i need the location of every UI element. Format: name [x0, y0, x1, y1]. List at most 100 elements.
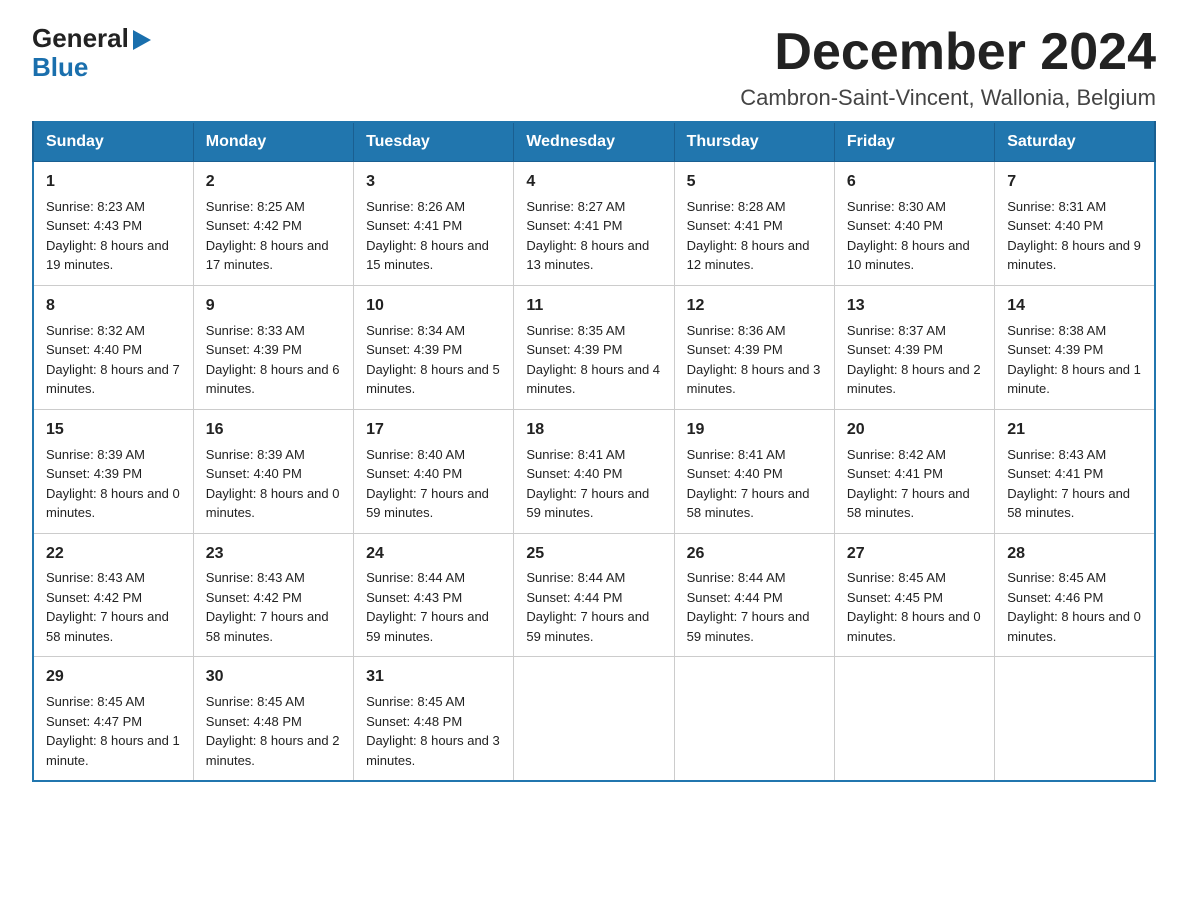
day-info: Sunrise: 8:28 AMSunset: 4:41 PMDaylight:… — [687, 197, 824, 275]
calendar-day-cell: 1Sunrise: 8:23 AMSunset: 4:43 PMDaylight… — [33, 162, 193, 286]
day-number: 21 — [1007, 418, 1144, 443]
calendar-day-cell: 17Sunrise: 8:40 AMSunset: 4:40 PMDayligh… — [354, 409, 514, 533]
logo-general-text: General — [32, 24, 129, 53]
calendar-day-cell: 7Sunrise: 8:31 AMSunset: 4:40 PMDaylight… — [995, 162, 1155, 286]
calendar-day-cell: 10Sunrise: 8:34 AMSunset: 4:39 PMDayligh… — [354, 285, 514, 409]
day-number: 1 — [46, 170, 183, 195]
day-number: 2 — [206, 170, 343, 195]
day-number: 28 — [1007, 542, 1144, 567]
day-info: Sunrise: 8:44 AMSunset: 4:43 PMDaylight:… — [366, 568, 503, 646]
day-info: Sunrise: 8:38 AMSunset: 4:39 PMDaylight:… — [1007, 321, 1144, 399]
day-info: Sunrise: 8:45 AMSunset: 4:47 PMDaylight:… — [46, 692, 183, 770]
day-number: 27 — [847, 542, 984, 567]
calendar-week-row: 22Sunrise: 8:43 AMSunset: 4:42 PMDayligh… — [33, 533, 1155, 657]
day-number: 29 — [46, 665, 183, 690]
calendar-day-cell: 13Sunrise: 8:37 AMSunset: 4:39 PMDayligh… — [834, 285, 994, 409]
day-info: Sunrise: 8:34 AMSunset: 4:39 PMDaylight:… — [366, 321, 503, 399]
day-info: Sunrise: 8:43 AMSunset: 4:41 PMDaylight:… — [1007, 445, 1144, 523]
day-number: 30 — [206, 665, 343, 690]
day-info: Sunrise: 8:31 AMSunset: 4:40 PMDaylight:… — [1007, 197, 1144, 275]
day-info: Sunrise: 8:41 AMSunset: 4:40 PMDaylight:… — [687, 445, 824, 523]
day-of-week-header: Thursday — [674, 122, 834, 162]
day-number: 31 — [366, 665, 503, 690]
day-of-week-header: Tuesday — [354, 122, 514, 162]
logo-triangle-icon — [133, 30, 151, 50]
day-info: Sunrise: 8:45 AMSunset: 4:45 PMDaylight:… — [847, 568, 984, 646]
calendar-day-cell: 31Sunrise: 8:45 AMSunset: 4:48 PMDayligh… — [354, 657, 514, 781]
day-number: 25 — [526, 542, 663, 567]
calendar-day-cell: 4Sunrise: 8:27 AMSunset: 4:41 PMDaylight… — [514, 162, 674, 286]
day-info: Sunrise: 8:33 AMSunset: 4:39 PMDaylight:… — [206, 321, 343, 399]
day-of-week-header: Friday — [834, 122, 994, 162]
day-number: 18 — [526, 418, 663, 443]
calendar-day-cell: 21Sunrise: 8:43 AMSunset: 4:41 PMDayligh… — [995, 409, 1155, 533]
day-info: Sunrise: 8:23 AMSunset: 4:43 PMDaylight:… — [46, 197, 183, 275]
day-info: Sunrise: 8:25 AMSunset: 4:42 PMDaylight:… — [206, 197, 343, 275]
calendar-day-cell: 23Sunrise: 8:43 AMSunset: 4:42 PMDayligh… — [193, 533, 353, 657]
header: General Blue December 2024 Cambron-Saint… — [32, 24, 1156, 111]
day-number: 22 — [46, 542, 183, 567]
day-number: 26 — [687, 542, 824, 567]
day-info: Sunrise: 8:43 AMSunset: 4:42 PMDaylight:… — [46, 568, 183, 646]
calendar-day-cell: 16Sunrise: 8:39 AMSunset: 4:40 PMDayligh… — [193, 409, 353, 533]
day-info: Sunrise: 8:45 AMSunset: 4:48 PMDaylight:… — [366, 692, 503, 770]
day-number: 3 — [366, 170, 503, 195]
day-number: 17 — [366, 418, 503, 443]
calendar-day-cell: 12Sunrise: 8:36 AMSunset: 4:39 PMDayligh… — [674, 285, 834, 409]
day-info: Sunrise: 8:45 AMSunset: 4:46 PMDaylight:… — [1007, 568, 1144, 646]
day-number: 4 — [526, 170, 663, 195]
day-info: Sunrise: 8:44 AMSunset: 4:44 PMDaylight:… — [687, 568, 824, 646]
day-number: 14 — [1007, 294, 1144, 319]
day-number: 6 — [847, 170, 984, 195]
day-info: Sunrise: 8:41 AMSunset: 4:40 PMDaylight:… — [526, 445, 663, 523]
day-number: 9 — [206, 294, 343, 319]
day-of-week-header: Wednesday — [514, 122, 674, 162]
calendar-day-cell: 8Sunrise: 8:32 AMSunset: 4:40 PMDaylight… — [33, 285, 193, 409]
calendar-day-cell: 25Sunrise: 8:44 AMSunset: 4:44 PMDayligh… — [514, 533, 674, 657]
calendar-day-cell: 15Sunrise: 8:39 AMSunset: 4:39 PMDayligh… — [33, 409, 193, 533]
day-number: 24 — [366, 542, 503, 567]
day-info: Sunrise: 8:39 AMSunset: 4:40 PMDaylight:… — [206, 445, 343, 523]
day-number: 11 — [526, 294, 663, 319]
logo: General Blue — [32, 24, 151, 81]
calendar-day-cell: 28Sunrise: 8:45 AMSunset: 4:46 PMDayligh… — [995, 533, 1155, 657]
calendar-table: SundayMondayTuesdayWednesdayThursdayFrid… — [32, 121, 1156, 782]
day-info: Sunrise: 8:32 AMSunset: 4:40 PMDaylight:… — [46, 321, 183, 399]
calendar-day-cell: 20Sunrise: 8:42 AMSunset: 4:41 PMDayligh… — [834, 409, 994, 533]
calendar-week-row: 29Sunrise: 8:45 AMSunset: 4:47 PMDayligh… — [33, 657, 1155, 781]
day-number: 13 — [847, 294, 984, 319]
calendar-day-cell: 6Sunrise: 8:30 AMSunset: 4:40 PMDaylight… — [834, 162, 994, 286]
calendar-day-cell: 22Sunrise: 8:43 AMSunset: 4:42 PMDayligh… — [33, 533, 193, 657]
day-number: 15 — [46, 418, 183, 443]
calendar-week-row: 15Sunrise: 8:39 AMSunset: 4:39 PMDayligh… — [33, 409, 1155, 533]
day-number: 8 — [46, 294, 183, 319]
day-info: Sunrise: 8:35 AMSunset: 4:39 PMDaylight:… — [526, 321, 663, 399]
day-number: 16 — [206, 418, 343, 443]
day-info: Sunrise: 8:36 AMSunset: 4:39 PMDaylight:… — [687, 321, 824, 399]
calendar-week-row: 1Sunrise: 8:23 AMSunset: 4:43 PMDaylight… — [33, 162, 1155, 286]
day-info: Sunrise: 8:30 AMSunset: 4:40 PMDaylight:… — [847, 197, 984, 275]
logo-blue-text: Blue — [32, 53, 151, 82]
calendar-day-cell — [995, 657, 1155, 781]
calendar-day-cell: 5Sunrise: 8:28 AMSunset: 4:41 PMDaylight… — [674, 162, 834, 286]
location-title: Cambron-Saint-Vincent, Wallonia, Belgium — [740, 85, 1156, 111]
month-title: December 2024 — [740, 24, 1156, 81]
calendar-day-cell: 18Sunrise: 8:41 AMSunset: 4:40 PMDayligh… — [514, 409, 674, 533]
day-info: Sunrise: 8:45 AMSunset: 4:48 PMDaylight:… — [206, 692, 343, 770]
calendar-week-row: 8Sunrise: 8:32 AMSunset: 4:40 PMDaylight… — [33, 285, 1155, 409]
calendar-day-cell: 3Sunrise: 8:26 AMSunset: 4:41 PMDaylight… — [354, 162, 514, 286]
day-number: 10 — [366, 294, 503, 319]
day-of-week-header: Saturday — [995, 122, 1155, 162]
calendar-day-cell: 30Sunrise: 8:45 AMSunset: 4:48 PMDayligh… — [193, 657, 353, 781]
calendar-header: SundayMondayTuesdayWednesdayThursdayFrid… — [33, 122, 1155, 162]
day-number: 19 — [687, 418, 824, 443]
calendar-day-cell — [834, 657, 994, 781]
calendar-day-cell: 27Sunrise: 8:45 AMSunset: 4:45 PMDayligh… — [834, 533, 994, 657]
calendar-day-cell: 9Sunrise: 8:33 AMSunset: 4:39 PMDaylight… — [193, 285, 353, 409]
day-number: 20 — [847, 418, 984, 443]
day-number: 5 — [687, 170, 824, 195]
calendar-day-cell — [514, 657, 674, 781]
calendar-day-cell: 24Sunrise: 8:44 AMSunset: 4:43 PMDayligh… — [354, 533, 514, 657]
calendar-day-cell: 19Sunrise: 8:41 AMSunset: 4:40 PMDayligh… — [674, 409, 834, 533]
day-info: Sunrise: 8:26 AMSunset: 4:41 PMDaylight:… — [366, 197, 503, 275]
